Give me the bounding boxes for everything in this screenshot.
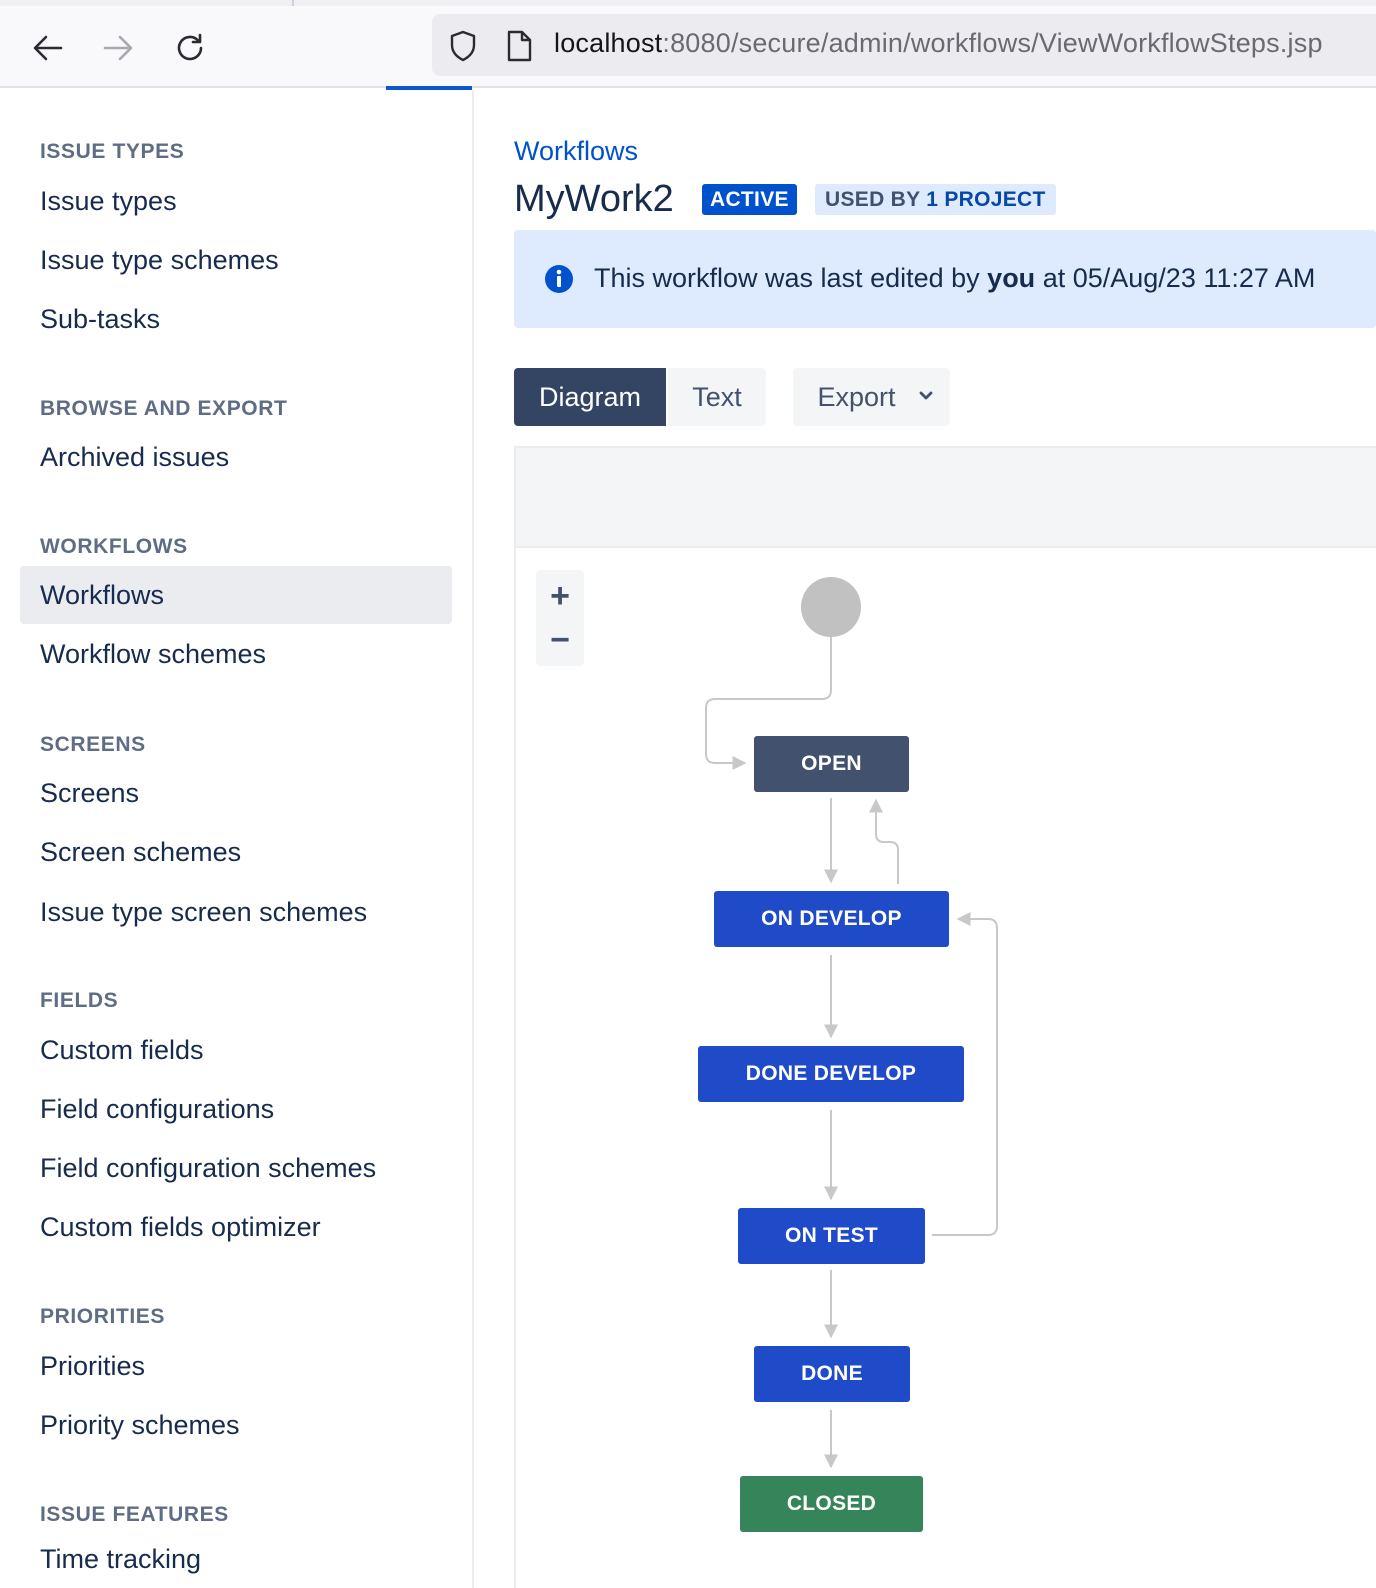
- transition-on-develop-to-open[interactable]: [869, 798, 899, 884]
- workflow-transitions: [705, 637, 998, 1469]
- workflow-start-node[interactable]: [801, 577, 861, 637]
- status-node-open[interactable]: OPEN: [754, 736, 909, 792]
- status-node-closed[interactable]: CLOSED: [740, 1476, 923, 1532]
- status-node-on-test[interactable]: ON TEST: [738, 1208, 925, 1264]
- status-node-done[interactable]: DONE: [754, 1346, 910, 1402]
- status-node-done-develop[interactable]: DONE DEVELOP: [698, 1046, 964, 1102]
- status-node-on-develop[interactable]: ON DEVELOP: [714, 891, 949, 947]
